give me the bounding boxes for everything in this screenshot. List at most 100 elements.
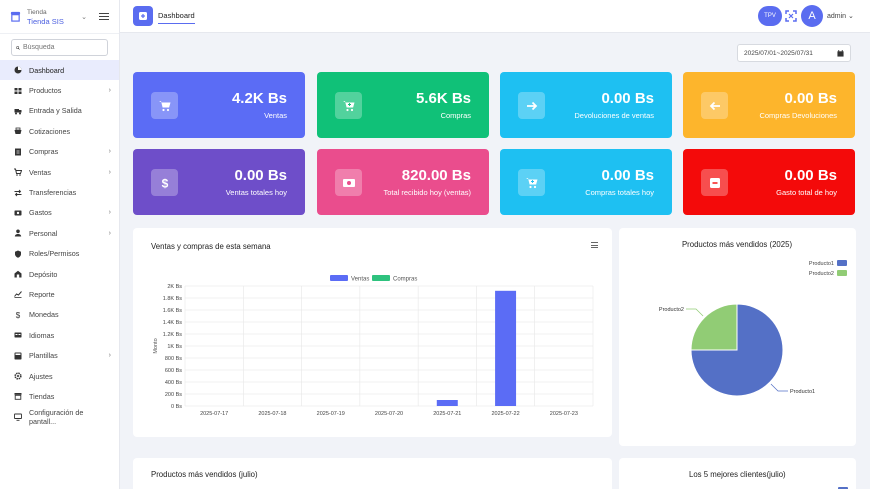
date-range-picker[interactable]: 2025/07/01~2025/07/31 <box>737 44 851 62</box>
stat-card-label: Devoluciones de ventas <box>574 111 654 120</box>
sidebar-item-label: Ajustes <box>29 371 53 381</box>
cart-plus-icon <box>335 92 362 119</box>
top-products-pie-chart: Productos más vendidos (2025) Producto1 Pr… <box>659 240 847 397</box>
x-tick-label: 2025-07-20 <box>375 411 403 417</box>
quote-icon <box>14 127 22 135</box>
sidebar-item-label: Plantillas <box>29 351 58 361</box>
sidebar-item-cotizaciones[interactable]: Cotizaciones <box>0 121 119 141</box>
username: admin <box>827 13 847 20</box>
x-tick-label: 2025-07-23 <box>550 411 578 417</box>
cash-icon <box>335 169 362 196</box>
x-tick-label: 2025-07-21 <box>433 411 461 417</box>
store-icon <box>14 392 22 401</box>
y-tick-label: 2K Bs <box>167 284 182 290</box>
products-icon <box>14 87 22 95</box>
arrow-right-icon <box>518 92 545 119</box>
y-tick-label: 1K Bs <box>167 344 182 350</box>
sidebar-item-idiomas[interactable]: Idiomas <box>0 325 119 345</box>
sidebar-item-plantillas[interactable]: Plantillas › <box>0 345 119 365</box>
stat-card-value: 0.00 Bs <box>234 167 287 184</box>
stat-card: 0.00 Bs Gasto total de hoy <box>683 149 855 215</box>
stat-card: 0.00 Bs Compras Devoluciones <box>683 72 855 138</box>
y-tick-label: 1.2K Bs <box>163 332 183 338</box>
sidebar-item-personal[interactable]: Personal › <box>0 223 119 243</box>
dollar-icon: $ <box>151 169 178 196</box>
sidebar-item-roles-permisos[interactable]: Roles/Permisos <box>0 244 119 264</box>
sidebar-item-deposito[interactable]: Depósito <box>0 264 119 284</box>
tab-dashboard[interactable]: Dashboard <box>158 11 195 24</box>
stat-card-label: Compras totales hoy <box>585 188 654 197</box>
stat-card-label: Ventas <box>264 111 287 120</box>
weekly-bar-chart: Ventas Compras 0 Bs 200 Bs 400 Bs 600 Bs 800 B… <box>153 275 594 417</box>
template-icon <box>14 352 22 360</box>
stat-card-label: Compras Devoluciones <box>759 111 837 120</box>
pie-label-line <box>770 383 789 392</box>
top-clients-panel: Los 5 mejores clientes(julio) <box>619 458 856 489</box>
x-tick-label: 2025-07-17 <box>200 411 228 417</box>
sidebar-item-label: Tiendas <box>29 391 55 401</box>
sidebar-item-configuracion-de-pantall[interactable]: Configuración de pantall... <box>0 407 119 427</box>
top-products-july-panel: Productos más vendidos (julio) <box>133 458 612 489</box>
sidebar-item-label: Dashboard <box>29 65 65 75</box>
sidebar-item-label: Compras <box>29 147 59 157</box>
stat-card: 0.00 Bs Devoluciones de ventas <box>500 72 672 138</box>
add-tab-icon <box>139 12 147 20</box>
avatar[interactable]: A <box>801 5 823 27</box>
stat-card-value: 4.2K Bs <box>231 90 287 107</box>
sidebar-item-dashboard[interactable]: Dashboard <box>0 60 119 81</box>
stat-card-label: Compras <box>440 111 471 120</box>
sidebar-item-productos[interactable]: Productos › <box>0 80 119 100</box>
legend-swatch <box>330 275 348 281</box>
stat-card-label: Total recibido hoy (ventas) <box>383 188 471 197</box>
brand-line1: Tienda <box>27 8 47 16</box>
hamburger-icon[interactable] <box>99 12 109 21</box>
stat-card: 5.6K Bs Compras <box>317 72 489 138</box>
sidebar-item-transferencias[interactable]: Transferencias <box>0 182 119 202</box>
bar <box>495 290 517 406</box>
top-header: Dashboard TPV A admin ⌄ <box>120 0 870 33</box>
svg-text:$: $ <box>16 311 21 319</box>
top-products-july-title: Productos más vendidos (julio) <box>151 470 258 479</box>
sidebar-item-label: Idiomas <box>29 330 55 340</box>
sidebar-item-reporte[interactable]: Reporte <box>0 284 119 304</box>
sales-icon <box>14 168 22 176</box>
sidebar-menu: Dashboard Productos › Entrada y Salida Cotiz… <box>0 60 119 427</box>
search-box <box>11 39 108 56</box>
chevron-right-icon: › <box>108 168 111 176</box>
calendar-icon <box>837 49 844 57</box>
sidebar-item-ventas[interactable]: Ventas › <box>0 162 119 182</box>
sidebar-item-ajustes[interactable]: Ajustes <box>0 366 119 386</box>
sidebar-item-gastos[interactable]: Gastos › <box>0 203 119 223</box>
user-menu[interactable]: admin ⌄ <box>827 12 854 20</box>
brand[interactable]: Tienda Tienda SIS ⌄ <box>0 0 119 34</box>
home-button[interactable] <box>133 6 153 26</box>
truck-icon <box>14 107 22 115</box>
bar <box>436 400 458 406</box>
tpv-button[interactable]: TPV <box>758 6 782 26</box>
stat-card: 4.2K Bs Ventas <box>133 72 305 138</box>
sidebar-item-tiendas[interactable]: Tiendas <box>0 386 119 406</box>
svg-text:$: $ <box>161 176 168 190</box>
fullscreen-icon[interactable] <box>785 10 797 22</box>
sidebar-item-entrada-y-salida[interactable]: Entrada y Salida <box>0 101 119 121</box>
currency-icon: $ <box>14 311 22 319</box>
chevron-right-icon: › <box>108 209 111 217</box>
sidebar-item-label: Transferencias <box>29 188 77 198</box>
chevron-down-icon[interactable]: ⌄ <box>81 13 87 21</box>
legend-swatch <box>372 275 390 281</box>
top-products-panel: Productos más vendidos (2025) Producto1 Pr… <box>619 228 856 446</box>
sidebar-item-label: Gastos <box>29 208 52 218</box>
y-tick-label: 1.4K Bs <box>163 320 183 326</box>
brand-line2: Tienda SIS <box>27 16 64 26</box>
minus-box-icon <box>701 169 728 196</box>
y-tick-label: 1.6K Bs <box>163 308 183 314</box>
top-clients-title: Los 5 mejores clientes(julio) <box>689 470 786 479</box>
store-logo-icon <box>10 11 21 22</box>
search-input[interactable] <box>23 44 103 51</box>
search-icon <box>16 45 20 50</box>
purchases-icon <box>14 148 22 156</box>
sidebar-item-label: Roles/Permisos <box>29 249 80 259</box>
sidebar-item-monedas[interactable]: $ Monedas <box>0 305 119 325</box>
sidebar-item-compras[interactable]: Compras › <box>0 142 119 162</box>
cart-icon <box>151 92 178 119</box>
